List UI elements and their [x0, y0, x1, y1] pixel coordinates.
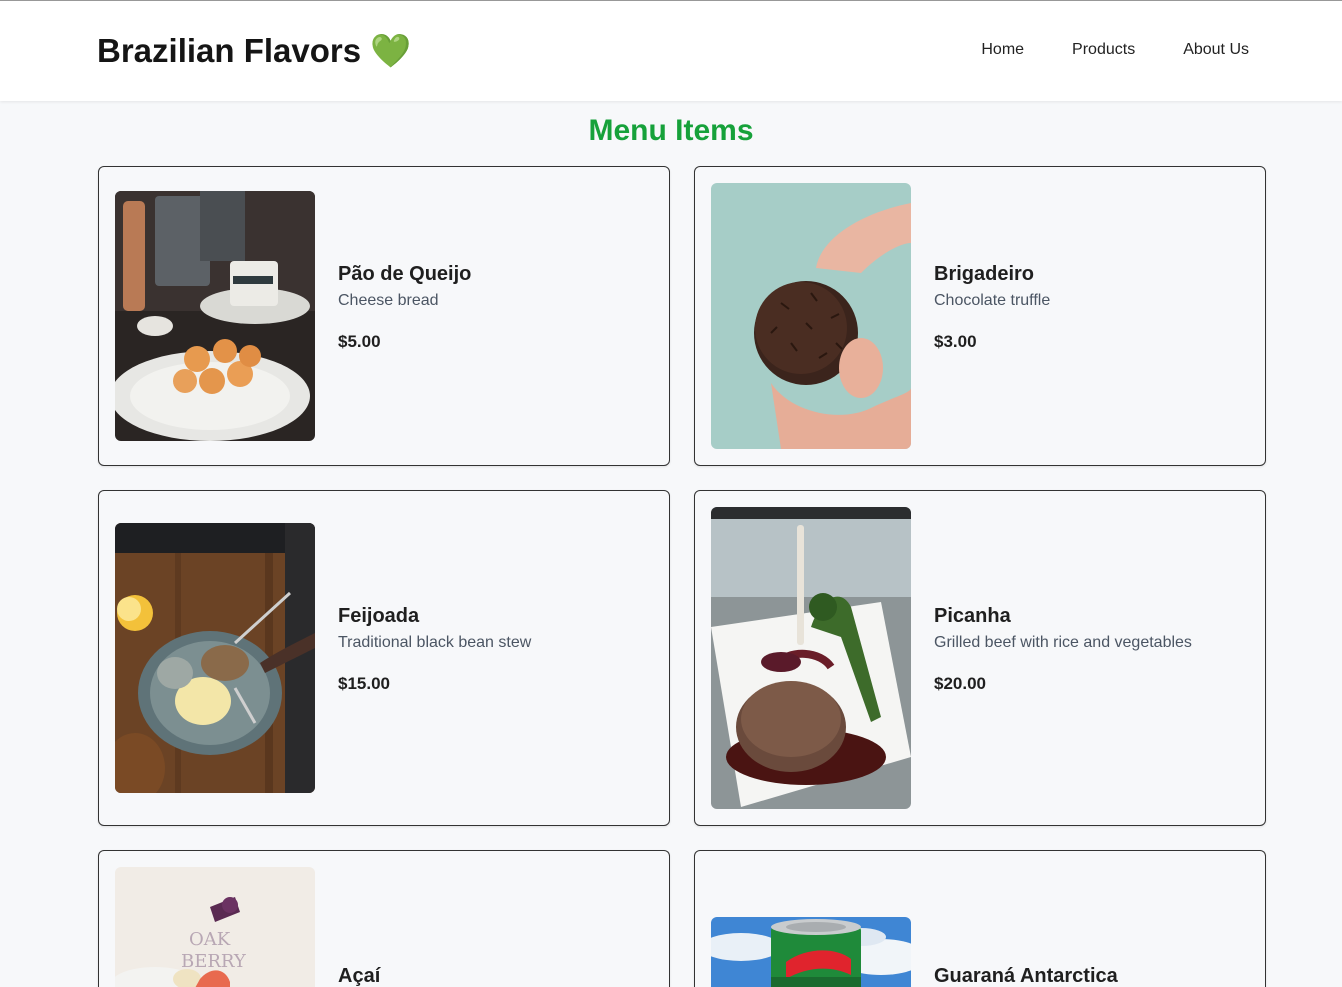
menu-card[interactable]: OAK BERRY Açaí [98, 850, 670, 987]
acai-bowl-photo: OAK BERRY [115, 867, 315, 987]
menu-item-name: Brigadeiro [934, 263, 1035, 285]
menu-item-description: Grilled beef with rice and vegetables [934, 634, 1192, 651]
site-header: Brazilian Flavors 💚 Home Products About … [0, 1, 1342, 101]
menu-card[interactable]: Picanha Grilled beef with rice and veget… [694, 490, 1266, 826]
chocolate-truffle-photo [711, 183, 911, 449]
svg-text:OAK: OAK [189, 929, 231, 950]
menu-item-info: Brigadeiro Chocolate truffle $3.00 [934, 263, 1050, 352]
menu-card[interactable]: Pão de Queijo Cheese bread $5.00 [98, 166, 670, 466]
menu-item-info: Açaí [338, 965, 380, 987]
nav-about-link[interactable]: About Us [1183, 41, 1249, 59]
menu-item-name: Pão de Queijo [338, 263, 472, 285]
page-title: Menu Items [588, 114, 754, 147]
menu-card[interactable]: Brigadeiro Chocolate truffle $3.00 [694, 166, 1266, 466]
menu-item-price: $15.00 [338, 674, 390, 693]
brand-name: Brazilian Flavors [97, 32, 362, 69]
main-nav: Home Products About Us [981, 41, 1249, 59]
brand-logo[interactable]: Brazilian Flavors 💚 [97, 31, 411, 71]
black-bean-stew-photo [115, 523, 315, 793]
nav-products-link[interactable]: Products [1072, 41, 1135, 59]
menu-card[interactable]: Guaraná Antarctica [694, 850, 1266, 987]
menu-item-description: Chocolate truffle [934, 292, 1051, 309]
grilled-beef-photo [711, 507, 911, 809]
menu-item-price: $5.00 [338, 332, 381, 351]
menu-item-name: Açaí [338, 965, 381, 987]
menu-item-name: Picanha [934, 605, 1011, 627]
svg-text:BERRY: BERRY [181, 951, 247, 972]
guarana-soda-can-photo [711, 917, 911, 987]
menu-item-description: Cheese bread [338, 292, 439, 309]
menu-item-price: $20.00 [934, 674, 986, 693]
menu-item-description: Traditional black bean stew [338, 634, 532, 651]
nav-home-link[interactable]: Home [981, 41, 1024, 59]
cheese-bread-photo [115, 191, 315, 441]
menu-item-info: Pão de Queijo Cheese bread $5.00 [338, 263, 471, 352]
green-heart-icon: 💚 [370, 31, 412, 70]
menu-card[interactable]: Feijoada Traditional black bean stew $15… [98, 490, 670, 826]
menu-item-info: Guaraná Antarctica [934, 965, 1118, 987]
menu-item-info: Feijoada Traditional black bean stew $15… [338, 605, 531, 694]
menu-item-name: Guaraná Antarctica [934, 965, 1118, 987]
menu-item-price: $3.00 [934, 332, 977, 351]
menu-item-info: Picanha Grilled beef with rice and veget… [934, 605, 1192, 694]
menu-item-name: Feijoada [338, 605, 420, 627]
